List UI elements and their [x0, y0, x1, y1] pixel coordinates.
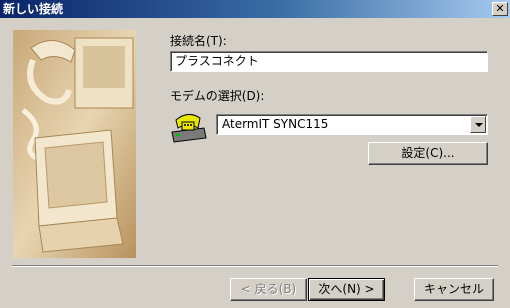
divider: [12, 265, 498, 267]
next-button[interactable]: 次へ(N) >: [308, 278, 385, 301]
chevron-down-icon[interactable]: [470, 116, 486, 133]
connection-name-input[interactable]: プラスコネクト: [170, 51, 488, 72]
title-bar: 新しい接続 ✕: [0, 0, 510, 18]
window-title: 新しい接続: [3, 2, 64, 16]
new-connection-dialog: 新しい接続 ✕ 接続名(T): プラスコネクト モデムの選択(D): Aterm…: [0, 0, 510, 308]
modem-select-label: モデムの選択(D):: [170, 89, 265, 103]
settings-button[interactable]: 設定(C)...: [368, 142, 488, 165]
cancel-button[interactable]: キャンセル: [414, 278, 494, 301]
connection-name-label: 接続名(T):: [170, 34, 227, 48]
modem-telephone-icon: [171, 114, 207, 143]
phone-monitor-illustration: [13, 30, 136, 258]
back-button[interactable]: < 戻る(B): [230, 278, 307, 301]
close-button[interactable]: ✕: [492, 2, 508, 16]
modem-select-value: AtermIT SYNC115: [222, 117, 329, 131]
modem-select[interactable]: AtermIT SYNC115: [216, 114, 488, 135]
